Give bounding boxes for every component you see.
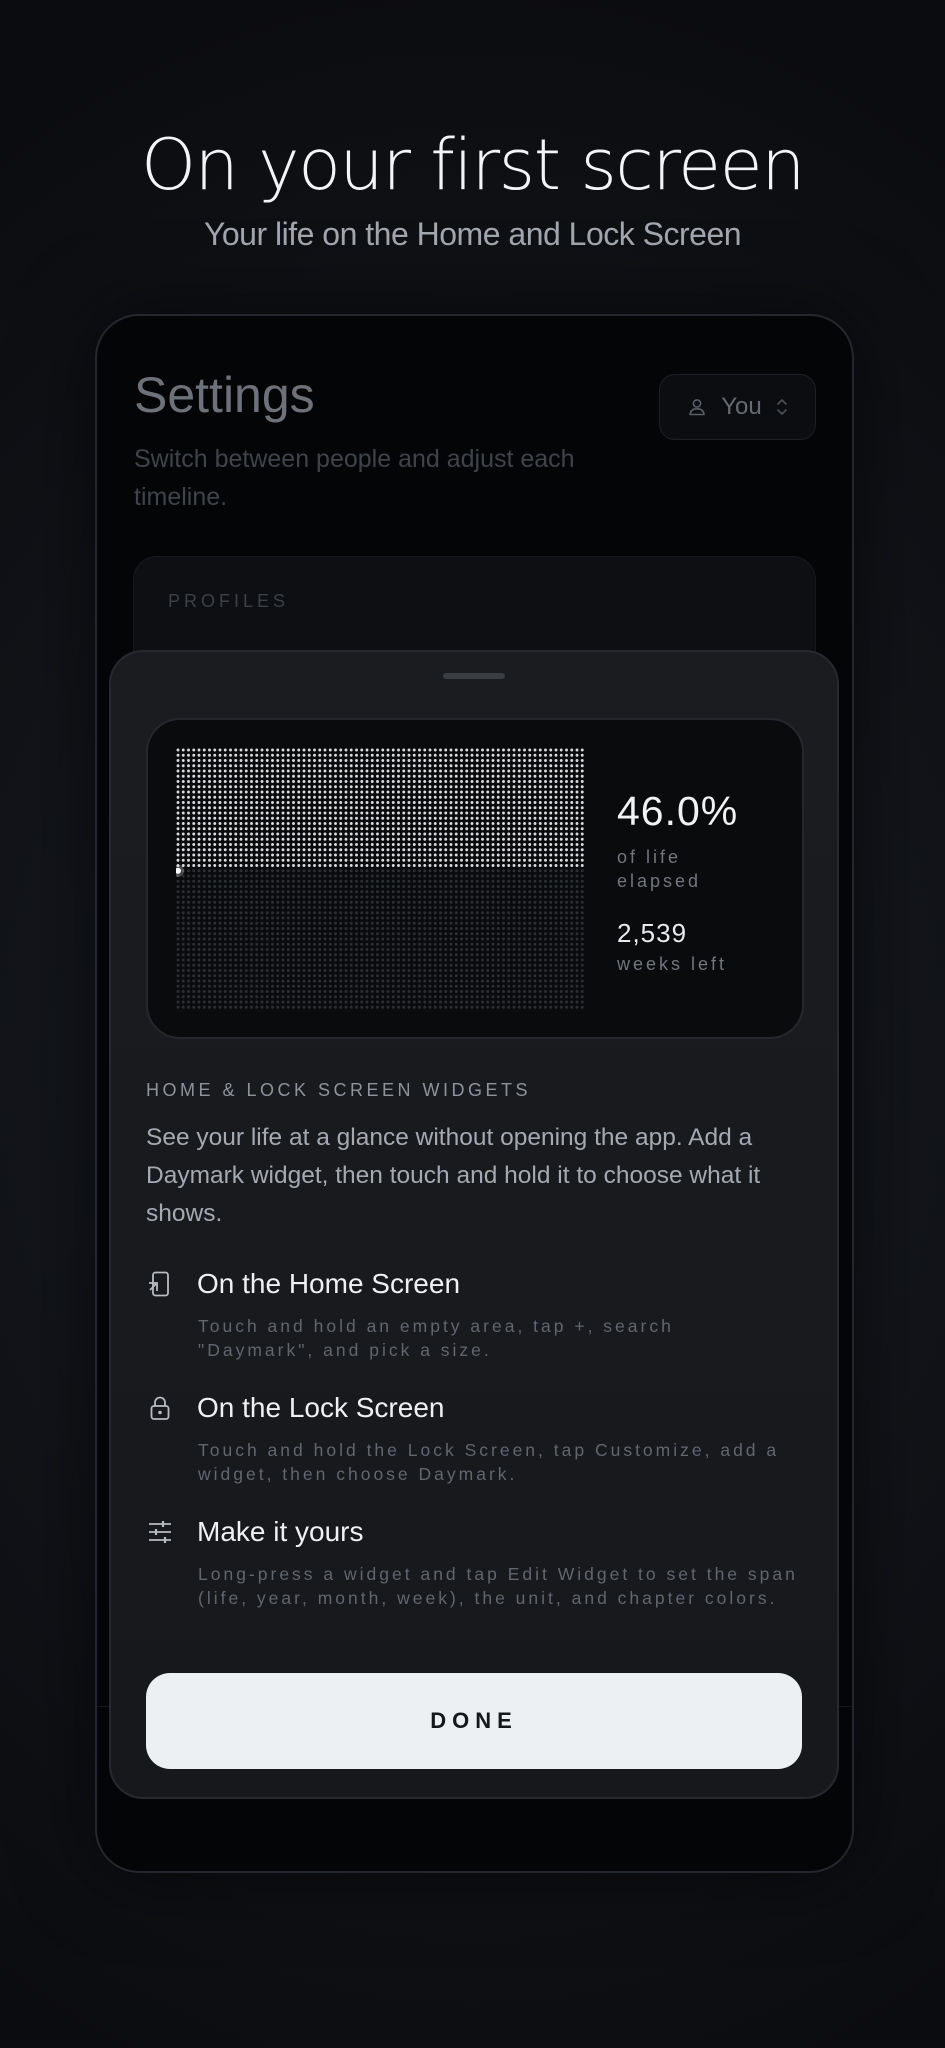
step-description: Touch and hold the Lock Screen, tap Cust… [198, 1440, 780, 1484]
intro-text: See your life at a glance without openin… [146, 1124, 761, 1227]
page-title: On your first screen [140, 124, 806, 206]
step-title: Make it yours [197, 1516, 364, 1547]
step-description: Touch and hold an empty area, tap +, sea… [198, 1316, 674, 1360]
profile-selector-label: You [721, 393, 762, 420]
done-button[interactable]: DONE [146, 1673, 802, 1769]
step-description: Long-press a widget and tap Edit Widget … [198, 1564, 798, 1608]
profiles-label: PROFILES [168, 591, 290, 611]
lock-icon [150, 1396, 170, 1420]
weeks-left-label: weeks left [617, 954, 728, 974]
life-elapsed-percent: 46.0% [617, 788, 739, 834]
weeks-left-value: 2,539 [617, 918, 688, 948]
section-heading: HOME & LOCK SCREEN WIDGETS [146, 1080, 532, 1100]
life-dot-grid [176, 748, 584, 1009]
widget-preview: 46.0% of life elapsed 2,539 weeks left [146, 718, 804, 1039]
step-title: On the Lock Screen [197, 1392, 445, 1423]
chevron-up-down-icon [776, 399, 787, 415]
widgets-info-sheet: 46.0% of life elapsed 2,539 weeks left H… [109, 650, 839, 1799]
person-icon [689, 399, 706, 416]
step-title: On the Home Screen [197, 1268, 461, 1299]
page-subtitle: Your life on the Home and Lock Screen [203, 216, 742, 252]
profile-selector-button[interactable]: You [659, 374, 816, 440]
home-screen-add-icon [149, 1271, 169, 1297]
sliders-icon [149, 1521, 171, 1543]
sheet-grabber[interactable] [443, 673, 505, 679]
life-elapsed-label: of life elapsed [617, 847, 702, 891]
settings-description: Switch between people and adjust each ti… [134, 445, 575, 511]
settings-title: Settings [134, 367, 315, 423]
